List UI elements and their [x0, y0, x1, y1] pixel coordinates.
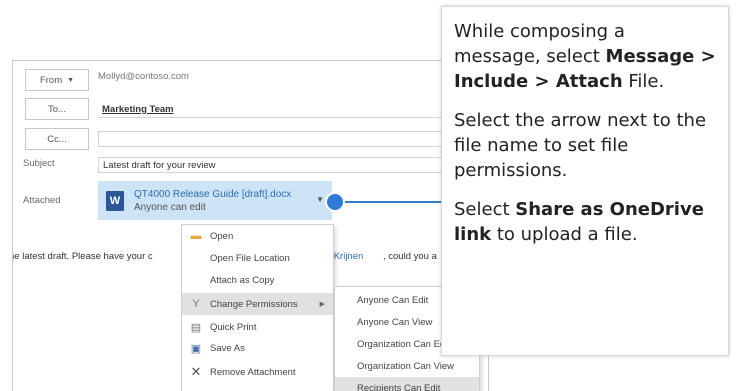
from-button[interactable]: From ▼: [25, 69, 89, 91]
to-field[interactable]: Marketing Team: [98, 101, 488, 117]
subject-label: Subject: [23, 158, 55, 169]
from-address: Mollyd@contoso.com: [98, 71, 189, 82]
from-button-label: From: [39, 74, 63, 86]
callout-text: File.: [622, 71, 665, 92]
word-icon: W: [106, 190, 129, 211]
menu-item-save-as[interactable]: ▣ Save As: [182, 337, 333, 359]
menu-item-label: Quick Print: [210, 321, 257, 333]
to-recipient: Marketing Team: [102, 103, 174, 115]
subject-field[interactable]: Latest draft for your review: [98, 157, 488, 173]
attachment-chip[interactable]: W QT4000 Release Guide [draft].docx Anyo…: [98, 181, 332, 220]
menu-item-quick-print[interactable]: ▤ Quick Print: [182, 316, 333, 338]
callout-connector-line: [338, 201, 448, 203]
printer-icon: ▤: [190, 321, 202, 334]
cc-button-label: Cc...: [47, 133, 67, 145]
submenu-item-recipients-can-edit[interactable]: Recipients Can Edit: [335, 377, 479, 391]
menu-item-change-permissions[interactable]: Y Change Permissions ▶: [182, 293, 333, 315]
attached-label: Attached: [23, 195, 61, 206]
callout-text: While composing a message, select: [454, 21, 625, 67]
callout-text: to upload a file.: [491, 224, 638, 245]
callout-step-2: Select the arrow next to the file name t…: [454, 110, 707, 181]
message-body-tail[interactable]: , could you a: [383, 251, 437, 262]
to-divider: [98, 117, 488, 118]
callout-text: Select: [454, 199, 516, 220]
compose-window: From ▼ Mollyd@contoso.com To... Marketin…: [12, 60, 489, 391]
attachment-filename: QT4000 Release Guide [draft].docx: [134, 188, 292, 200]
cc-field[interactable]: [98, 131, 488, 147]
menu-item-remove-attachment[interactable]: ✕ Remove Attachment: [182, 361, 333, 383]
chevron-down-icon: ▼: [67, 76, 75, 84]
instruction-callout: While composing a message, select Messag…: [441, 6, 729, 356]
menu-item-open-file-location[interactable]: Open File Location: [182, 247, 333, 269]
to-button[interactable]: To...: [25, 98, 89, 120]
attachment-permission: Anyone can edit: [134, 201, 206, 213]
menu-item-label: Open File Location: [210, 252, 290, 264]
menu-item-label: Save As: [210, 342, 245, 354]
message-body-text[interactable]: he latest draft. Please have your c: [13, 251, 153, 262]
menu-item-label: Remove Attachment: [210, 366, 296, 378]
close-icon: ✕: [190, 364, 202, 379]
menu-item-label: Attach as Copy: [210, 274, 275, 286]
save-icon: ▣: [190, 342, 202, 355]
submenu-item-organization-can-view[interactable]: Organization Can View: [335, 355, 479, 377]
callout-marker-dot: [325, 192, 345, 212]
cc-button[interactable]: Cc...: [25, 128, 89, 150]
attachment-info: QT4000 Release Guide [draft].docx Anyone…: [134, 188, 291, 214]
attachment-dropdown-arrow[interactable]: ▼: [316, 195, 324, 204]
menu-item-label: Change Permissions: [210, 298, 298, 310]
callout-step-3: Select Share as OneDrive link to upload …: [454, 197, 716, 247]
menu-item-label: Open: [210, 230, 234, 242]
chevron-right-icon: ▶: [319, 301, 325, 308]
permissions-icon: Y: [192, 298, 200, 310]
callout-step-1: While composing a message, select Messag…: [454, 19, 716, 94]
folder-icon: ▬: [190, 230, 202, 242]
attachment-context-menu: ▬ Open Open File Location Attach as Copy…: [181, 224, 334, 391]
menu-item-open[interactable]: ▬ Open: [182, 225, 333, 247]
menu-item-attach-as-copy[interactable]: Attach as Copy: [182, 269, 333, 291]
to-button-label: To...: [48, 103, 66, 115]
